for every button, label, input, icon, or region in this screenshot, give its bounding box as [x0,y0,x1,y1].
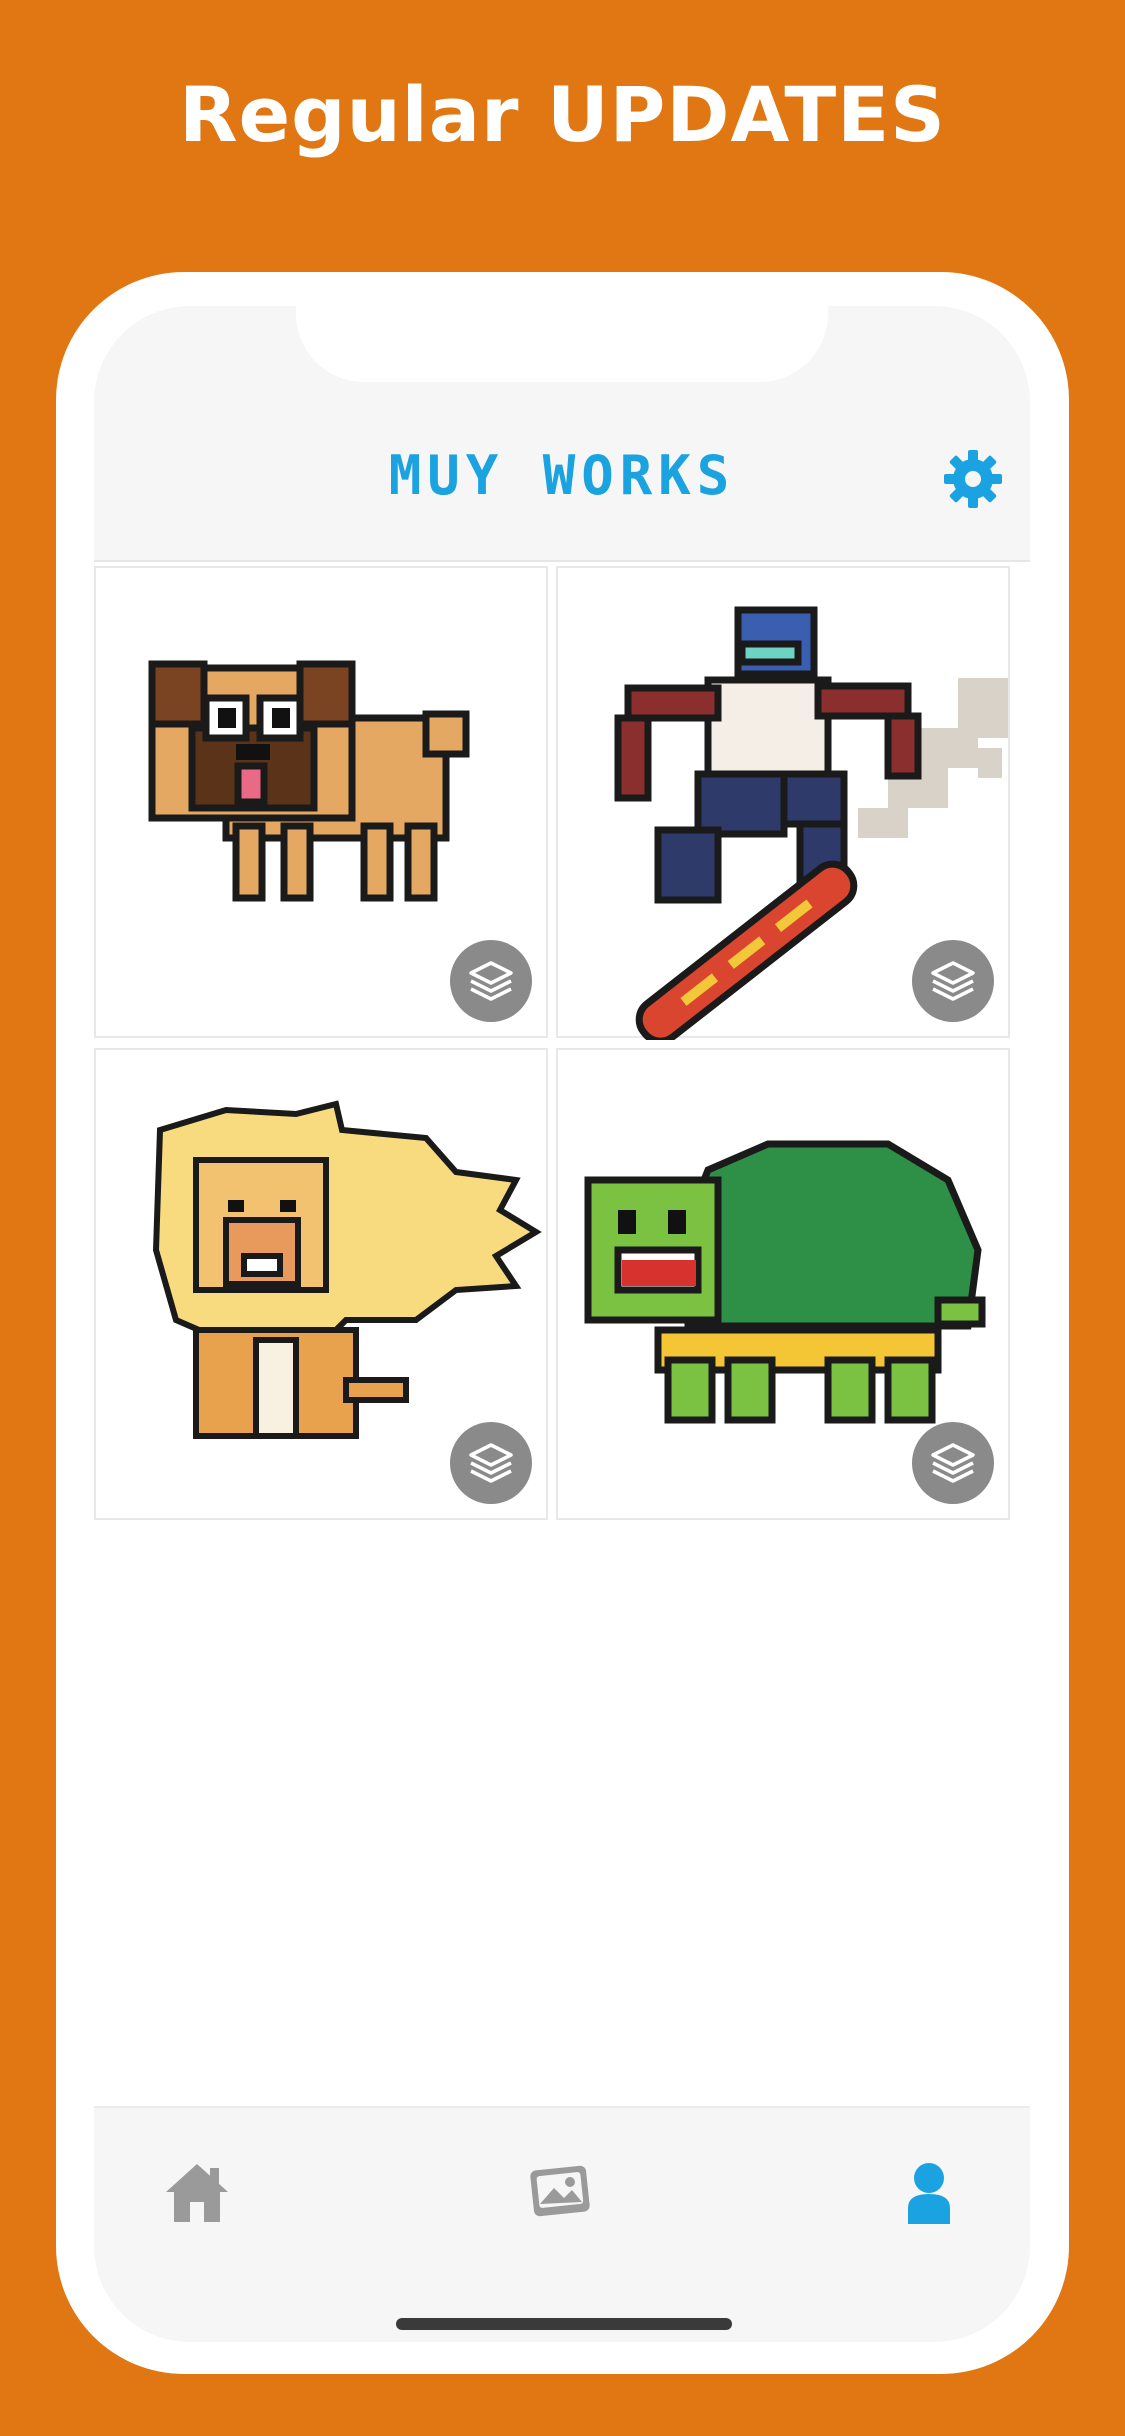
tab-gallery[interactable] [526,2158,596,2228]
layers-button[interactable] [912,1422,994,1504]
app-screen: MUY WORKS [94,306,1030,2342]
tab-profile[interactable] [894,2158,964,2228]
gear-icon [944,450,1002,508]
promo-headline: Regular UPDATES [179,70,946,159]
layers-icon [469,961,513,1001]
page-title: MUY WORKS [388,444,736,507]
layers-icon [931,1443,975,1483]
work-tile-skateboarder[interactable] [556,566,1010,1040]
layers-button[interactable] [450,940,532,1022]
layers-icon [931,961,975,1001]
gallery-icon [530,2165,590,2217]
layers-button[interactable] [450,1422,532,1504]
settings-button[interactable] [942,448,1004,510]
layers-icon [469,1443,513,1483]
layers-button[interactable] [912,940,994,1022]
device-notch [296,306,828,382]
home-indicator [396,2318,732,2330]
work-tile-pug[interactable] [94,566,548,1038]
tab-bar [94,2106,1030,2342]
work-tile-turtle[interactable] [556,1048,1010,1520]
home-icon [166,2164,228,2222]
profile-icon [908,2163,950,2224]
work-tile-lion[interactable] [94,1048,548,1520]
tab-home[interactable] [162,2158,232,2228]
